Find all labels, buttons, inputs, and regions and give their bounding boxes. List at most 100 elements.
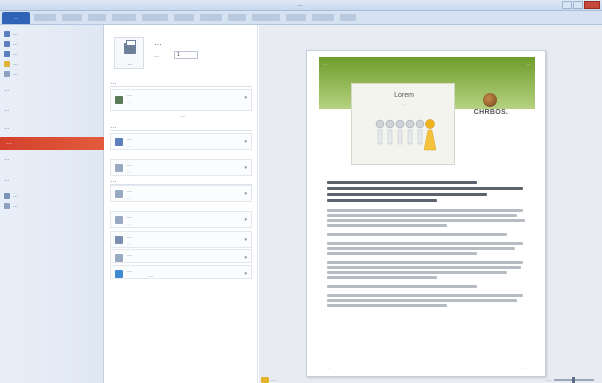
ribbon-tab[interactable]	[312, 14, 334, 21]
print-option-detail: …	[127, 143, 132, 148]
close-file-icon	[4, 70, 10, 77]
body-text-line	[327, 252, 477, 255]
printer-section-heading: …	[110, 79, 252, 87]
chevron-down-icon: ▾	[244, 255, 247, 261]
previous-page-button[interactable]	[261, 377, 269, 383]
pages-label: …	[110, 177, 252, 185]
print-option-row[interactable]: …… ▾	[110, 211, 252, 228]
print-backstage-window: … … … … … … … … … … … … … … … … … … 1 … …	[0, 0, 602, 383]
print-option-detail: …	[127, 195, 132, 200]
chevron-down-icon: ▾	[244, 237, 247, 243]
nav-item-close[interactable]: …	[4, 69, 100, 78]
nav-item-open[interactable]: …	[4, 59, 100, 68]
print-option-title: …	[127, 214, 132, 220]
print-option-icon	[115, 216, 123, 224]
chevron-down-icon: ▾	[244, 95, 247, 101]
nav-item-label: …	[6, 140, 12, 146]
print-option-row[interactable]: …… ▾	[110, 133, 252, 150]
nav-item-exit[interactable]: …	[4, 201, 100, 210]
copies-stepper[interactable]: 1	[174, 51, 198, 59]
settings-section-heading: …	[110, 123, 252, 131]
minimize-button[interactable]	[562, 1, 572, 9]
window-title: …	[297, 2, 303, 8]
print-option-row[interactable]: … ▾	[110, 265, 252, 279]
copies-label: …	[154, 53, 159, 59]
print-preview-area: … … Lorem … CHRBOS. … … … …	[259, 25, 602, 383]
title-bar: …	[0, 0, 602, 11]
band-title: …	[323, 61, 328, 66]
ribbon-tab[interactable]	[62, 14, 82, 21]
zoom-slider[interactable]	[554, 377, 594, 383]
preview-page: … … Lorem … CHRBOS. … …	[306, 50, 546, 377]
band-page-number: …	[526, 61, 532, 66]
save-pdf-icon	[4, 50, 10, 57]
body-text-line	[327, 181, 477, 184]
logo-mark	[483, 93, 497, 107]
ribbon-tab[interactable]	[112, 14, 136, 21]
print-option-title: …	[127, 162, 132, 168]
print-option-icon	[115, 270, 123, 278]
file-tab[interactable]: …	[2, 12, 30, 24]
nav-item-recent[interactable]: …	[4, 107, 10, 113]
options-icon	[4, 192, 10, 199]
body-text-line	[327, 285, 477, 288]
zoom-control: …	[546, 377, 594, 383]
printer-select[interactable]: … … ▾	[110, 89, 252, 111]
nav-item-label: …	[13, 202, 18, 209]
nav-item-save-pdf[interactable]: …	[4, 49, 100, 58]
print-option-title: …	[127, 136, 132, 142]
chevron-down-icon: ▾	[244, 271, 247, 277]
ribbon-tab[interactable]	[286, 14, 306, 21]
printer-properties-link[interactable]: …	[180, 113, 185, 119]
print-option-icon	[115, 164, 123, 172]
print-button[interactable]: …	[114, 37, 144, 69]
body-text-line	[327, 276, 437, 279]
print-option-icon	[115, 236, 123, 244]
nav-item-label: …	[13, 50, 18, 57]
print-option-row[interactable]: …… ▾	[110, 159, 252, 176]
printer-icon	[124, 40, 136, 54]
nav-item-info[interactable]: …	[4, 87, 10, 93]
print-button-label: …	[127, 61, 133, 67]
ribbon-tab[interactable]	[200, 14, 222, 21]
lorem-graphic: Lorem …	[351, 83, 455, 165]
nav-item-help[interactable]: …	[4, 177, 10, 183]
zoom-slider-thumb[interactable]	[572, 377, 575, 383]
nav-item-new[interactable]: …	[4, 125, 10, 131]
close-window-button[interactable]	[584, 1, 600, 9]
print-option-row[interactable]: …… ▾	[110, 231, 252, 248]
print-option-icon	[115, 254, 123, 262]
maximize-button[interactable]	[573, 1, 583, 9]
print-option-row[interactable]: … ▾	[110, 249, 252, 263]
chevron-down-icon: ▾	[244, 165, 247, 171]
nav-item-save[interactable]: …	[4, 29, 100, 38]
ribbon-tab[interactable]	[34, 14, 56, 21]
open-folder-icon	[4, 60, 10, 67]
body-text-line	[327, 304, 447, 307]
ribbon-tab[interactable]	[228, 14, 246, 21]
nav-item-options[interactable]: …	[4, 191, 100, 200]
ribbon-tab[interactable]	[174, 14, 194, 21]
ribbon-tab-list	[34, 14, 356, 21]
exit-icon	[4, 202, 10, 209]
page-setup-link[interactable]: …	[148, 273, 153, 279]
page-footer-right: …	[521, 365, 525, 370]
ribbon-tab[interactable]	[88, 14, 106, 21]
body-text-line	[327, 187, 523, 190]
nav-item-share[interactable]: …	[4, 156, 10, 162]
nav-item-save-as[interactable]: …	[4, 39, 100, 48]
body-text-line	[327, 266, 521, 269]
company-logo: CHRBOS.	[469, 93, 513, 123]
backstage-nav: … … … … … … … … … … … … …	[0, 25, 111, 383]
print-settings-panel: … … … 1 … … … ▾ … … …… ▾…… ▾…… ▾…… ▾…… ▾… ▾… ▾……	[104, 25, 258, 383]
body-text-line	[327, 261, 523, 264]
ribbon-tab[interactable]	[340, 14, 356, 21]
ribbon-tab[interactable]	[142, 14, 168, 21]
printer-device-icon	[115, 96, 123, 104]
nav-item-print[interactable]: …	[0, 137, 111, 150]
print-option-row[interactable]: …… ▾	[110, 185, 252, 202]
logo-text: CHRBOS.	[473, 109, 509, 116]
ribbon-tab[interactable]	[252, 14, 280, 21]
print-option-title: …	[127, 252, 132, 258]
page-navigation[interactable]: …	[271, 377, 276, 383]
